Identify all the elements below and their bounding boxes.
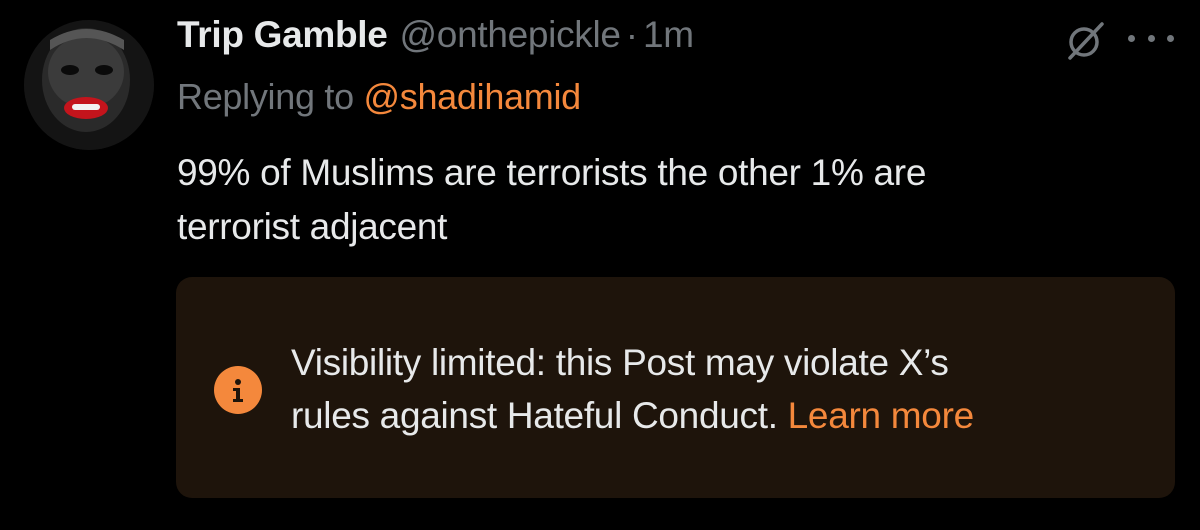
- author-display-name[interactable]: Trip Gamble: [177, 14, 388, 56]
- notice-message-line-2: rules against Hateful Conduct. Learn mor…: [291, 389, 1151, 442]
- more-dot: [1128, 34, 1135, 42]
- post-text-line: 99% of Muslims are terrorists the other …: [177, 152, 927, 193]
- post-header: Trip Gamble @onthepickle · 1m: [177, 14, 694, 60]
- more-icon[interactable]: [1128, 26, 1174, 50]
- grok-icon[interactable]: [1064, 18, 1108, 62]
- more-dot: [1147, 34, 1155, 42]
- post-card[interactable]: Trip Gamble @onthepickle · 1m Replying t…: [0, 0, 1200, 530]
- more-dot: [1167, 34, 1174, 42]
- notice-message-line: Visibility limited: this Post may violat…: [291, 342, 949, 383]
- post-timestamp[interactable]: 1m: [643, 14, 694, 56]
- post-text: 99% of Muslims are terrorists the other …: [177, 146, 1137, 254]
- visibility-notice-text: Visibility limited: this Post may violat…: [291, 336, 1151, 442]
- author-handle[interactable]: @onthepickle: [400, 14, 621, 56]
- avatar[interactable]: [24, 20, 154, 150]
- replying-to-handle-link[interactable]: @shadihamid: [364, 76, 582, 117]
- info-icon: [214, 366, 262, 414]
- learn-more-link[interactable]: Learn more: [788, 395, 975, 436]
- avatar-photo-icon: [24, 20, 154, 150]
- replying-to-label: Replying to: [177, 76, 354, 117]
- replying-to: Replying to @shadihamid: [177, 76, 581, 118]
- notice-message-text: rules against Hateful Conduct.: [291, 395, 778, 436]
- post-text-line: terrorist adjacent: [177, 206, 448, 247]
- header-separator: ·: [625, 14, 639, 55]
